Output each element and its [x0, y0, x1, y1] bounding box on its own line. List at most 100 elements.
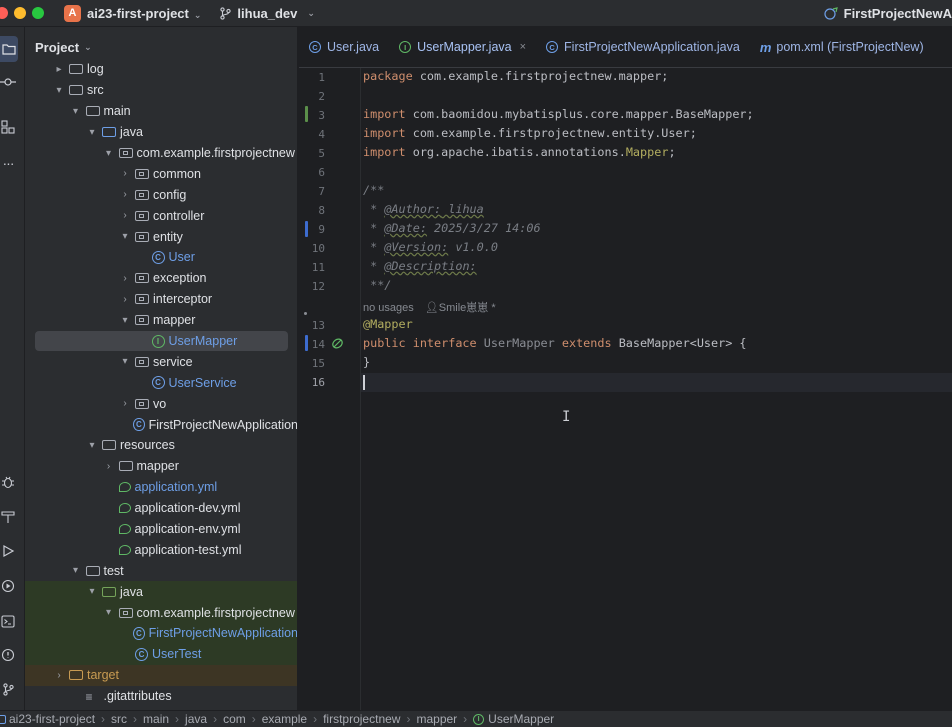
expanded-chevron-icon[interactable]: ▾: [103, 607, 115, 618]
tree-item[interactable]: ▾ java: [25, 122, 297, 143]
tree-item[interactable]: › common: [25, 163, 297, 184]
breadcrumb-item[interactable]: firstprojectnew: [323, 712, 400, 726]
editor-tab[interactable]: C FirstProjectNewApplication.java: [536, 27, 750, 67]
tree-item[interactable]: ▾ entity: [25, 226, 297, 247]
collapsed-chevron-icon[interactable]: ›: [119, 273, 131, 284]
project-tool-button[interactable]: [0, 36, 18, 62]
debug-tool-button[interactable]: [0, 474, 16, 490]
tree-item[interactable]: ▾ com.example.firstprojectnew: [25, 143, 297, 164]
tree-item[interactable]: ▾ service: [25, 351, 297, 372]
tree-item[interactable]: C FirstProjectNewApplication: [25, 623, 297, 644]
tree-item[interactable]: › config: [25, 184, 297, 205]
tree-item[interactable]: ▾ com.example.firstprojectnew: [25, 602, 297, 624]
expanded-chevron-icon[interactable]: ▾: [70, 106, 82, 117]
code-line-13: @Mapper: [363, 317, 413, 331]
expanded-chevron-icon[interactable]: ▾: [70, 565, 82, 576]
tree-item[interactable]: ▾ resources: [25, 435, 297, 456]
tree-item[interactable]: ▾ src: [25, 80, 297, 101]
tree-item[interactable]: › vo: [25, 393, 297, 414]
breadcrumb-item[interactable]: main: [143, 712, 169, 726]
run-tool-button[interactable]: [0, 543, 16, 559]
tree-item[interactable]: C FirstProjectNewApplication: [25, 414, 297, 435]
breadcrumb-separator: ›: [133, 712, 138, 726]
branch-switcher[interactable]: lihua_dev ⌄: [219, 6, 315, 21]
expanded-chevron-icon[interactable]: ▾: [119, 356, 131, 367]
tree-item[interactable]: application-env.yml: [25, 519, 297, 540]
expanded-chevron-icon[interactable]: ▾: [86, 127, 98, 138]
tree-item[interactable]: application.yml: [25, 477, 297, 498]
close-window-button[interactable]: [0, 7, 8, 19]
interface-icon: I: [151, 334, 165, 348]
breadcrumb-item[interactable]: com: [223, 712, 246, 726]
mapper-navigation-icon[interactable]: [331, 337, 344, 350]
breadcrumb-item[interactable]: src: [111, 712, 127, 726]
code-editor[interactable]: 1 2 3 4 5 6 7 8 9 10 11 12 13 14 15 16 package com.exam…: [299, 68, 952, 710]
maximize-window-button[interactable]: [32, 7, 44, 19]
keyword: import: [363, 126, 406, 140]
collapsed-chevron-icon[interactable]: ›: [119, 189, 131, 200]
tree-item[interactable]: C User: [25, 247, 297, 268]
tree-item-label: application-test.yml: [134, 542, 242, 557]
project-switcher[interactable]: ai23-first-project ⌄: [87, 6, 201, 21]
terminal-tool-button[interactable]: [0, 613, 16, 629]
code-line-8: * @Author: lihua: [363, 202, 484, 216]
collapsed-chevron-icon[interactable]: ▸: [53, 64, 65, 75]
tree-item[interactable]: C UserService: [25, 372, 297, 393]
tree-item[interactable]: › interceptor: [25, 289, 297, 310]
commit-tool-button[interactable]: [0, 74, 16, 90]
services-tool-button[interactable]: [0, 578, 16, 594]
usages-hint[interactable]: no usages: [363, 302, 414, 314]
editor-tab[interactable]: m pom.xml (FirstProjectNew): [750, 27, 934, 67]
problems-tool-button[interactable]: [0, 647, 16, 663]
close-tab-icon[interactable]: ×: [520, 41, 526, 53]
tree-item[interactable]: application-dev.yml: [25, 498, 297, 519]
tree-item[interactable]: ▾ mapper: [25, 310, 297, 331]
tree-item[interactable]: › mapper: [25, 456, 297, 477]
collapsed-chevron-icon[interactable]: ›: [119, 398, 131, 409]
structure-tool-button[interactable]: [0, 119, 16, 135]
breadcrumb-item[interactable]: example: [262, 712, 307, 726]
expanded-chevron-icon[interactable]: ▾: [53, 85, 65, 96]
run-configuration-selector[interactable]: FirstProjectNewA: [824, 0, 952, 27]
collapsed-chevron-icon[interactable]: ›: [103, 461, 115, 472]
tree-item[interactable]: ▾ main: [25, 101, 297, 122]
expanded-chevron-icon[interactable]: ▾: [86, 440, 98, 451]
expanded-chevron-icon[interactable]: ▾: [119, 231, 131, 242]
folder-icon: [69, 85, 83, 96]
tree-item[interactable]: ≡ .gitattributes: [25, 686, 297, 707]
editor-tab[interactable]: C User.java: [299, 27, 389, 67]
line-number: 8: [318, 204, 325, 217]
collapsed-chevron-icon[interactable]: ›: [119, 294, 131, 305]
editor-tab[interactable]: I UserMapper.java ×: [389, 27, 536, 67]
breadcrumb-item[interactable]: UserMapper: [488, 712, 554, 726]
comment-text: lihua: [441, 202, 484, 216]
yaml-file-icon: [118, 482, 131, 493]
breadcrumb-item[interactable]: mapper: [416, 712, 457, 726]
tree-item[interactable]: ▾ java: [25, 581, 297, 603]
tree-item[interactable]: I UserMapper: [35, 330, 288, 352]
expanded-chevron-icon[interactable]: ▾: [103, 148, 115, 159]
author-hint[interactable]: 👤︎Smile崽崽 *: [425, 302, 496, 314]
tree-item[interactable]: › exception: [25, 268, 297, 289]
tree-item[interactable]: › controller: [25, 205, 297, 226]
tree-item[interactable]: ▾ test: [25, 560, 297, 581]
collapsed-chevron-icon[interactable]: ›: [53, 670, 65, 681]
tree-item[interactable]: C UserTest: [25, 643, 297, 665]
more-tools-button[interactable]: ···: [0, 155, 16, 171]
tree-item[interactable]: › target: [25, 664, 297, 686]
collapsed-chevron-icon[interactable]: ›: [119, 210, 131, 221]
tree-item[interactable]: ▸ log: [25, 59, 297, 80]
expanded-chevron-icon[interactable]: ▾: [119, 315, 131, 326]
tool-window-strip: ···: [0, 27, 25, 710]
collapsed-chevron-icon[interactable]: ›: [119, 168, 131, 179]
code-line-15: }: [363, 355, 371, 369]
minimize-window-button[interactable]: [14, 7, 26, 19]
expanded-chevron-icon[interactable]: ▾: [86, 586, 98, 597]
breadcrumb-item[interactable]: ai23-first-project: [9, 712, 95, 726]
breadcrumb-item[interactable]: java: [185, 712, 207, 726]
tree-item[interactable]: application-test.yml: [25, 539, 297, 560]
git-tool-button[interactable]: [0, 681, 16, 697]
build-tool-button[interactable]: [0, 509, 16, 525]
code-vision-hint[interactable]: no usages 👤︎Smile崽崽 *: [363, 299, 496, 315]
tree-item-label: entity: [153, 229, 183, 244]
